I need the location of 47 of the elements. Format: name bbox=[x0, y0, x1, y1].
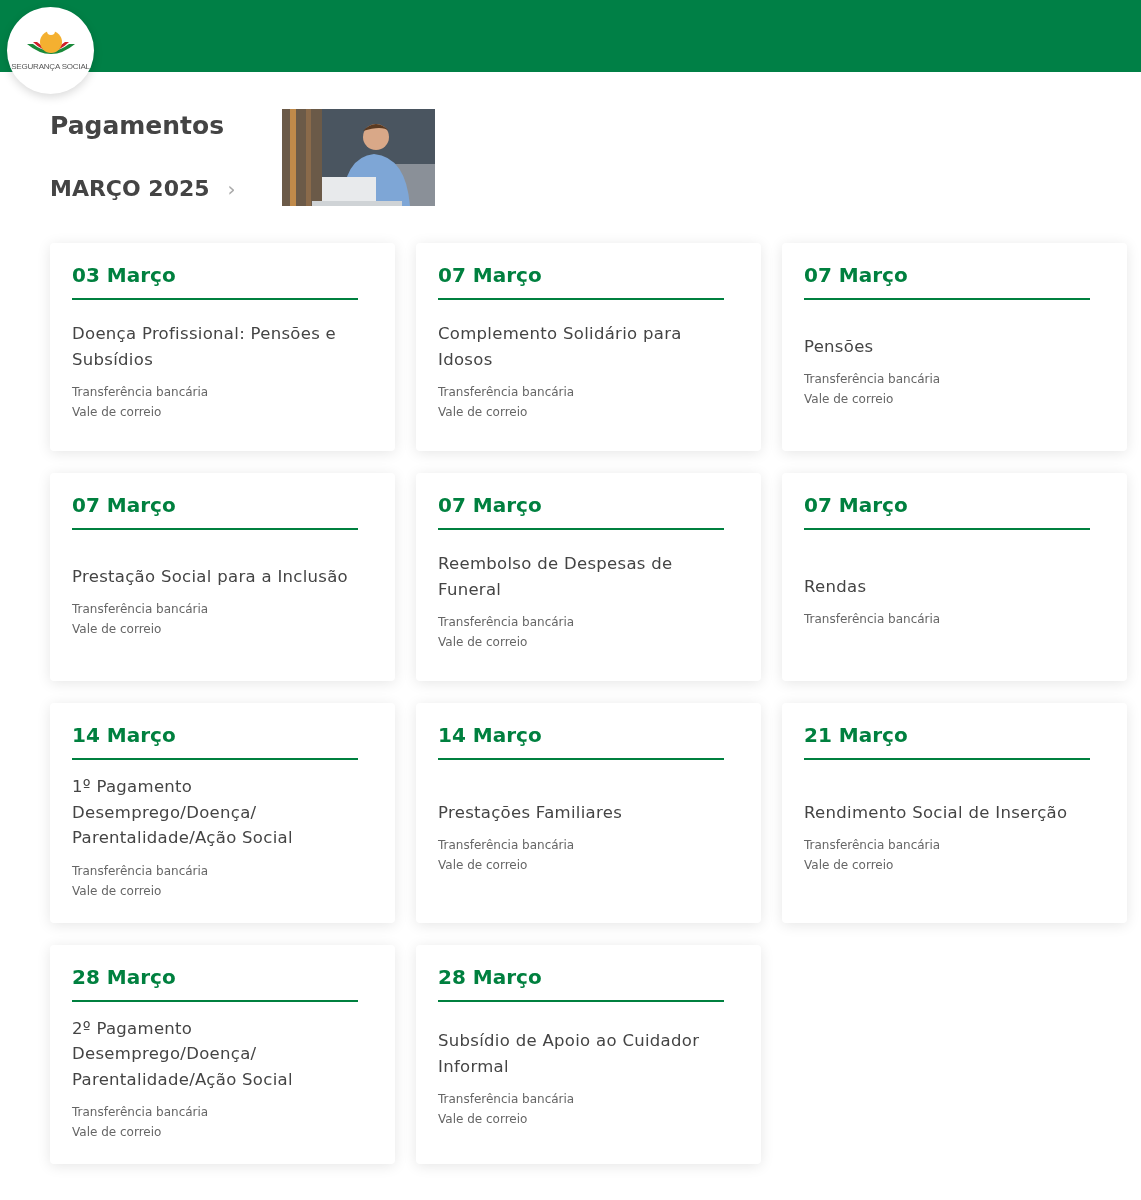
payment-method: Vale de correio bbox=[438, 634, 529, 651]
benefit-title: Doença Profissional: Pensões e Subsídios bbox=[72, 323, 338, 371]
payment-date: 21 Março bbox=[804, 723, 1090, 760]
payment-date: 07 Março bbox=[804, 263, 1090, 300]
payment-method: Vale de correio bbox=[438, 1111, 529, 1129]
payment-date: 07 Março bbox=[438, 263, 724, 300]
payment-method: Transferência bancária bbox=[804, 611, 942, 629]
payment-method: Vale de correio bbox=[804, 857, 895, 874]
payment-method: Transferência bancária bbox=[438, 837, 576, 854]
payment-method: Transferência bancária bbox=[438, 614, 576, 631]
benefit-title: Pensões bbox=[804, 335, 875, 358]
payment-date: 03 Março bbox=[72, 263, 358, 300]
payment-method: Transferência bancária bbox=[72, 601, 210, 619]
payment-method: Transferência bancária bbox=[72, 384, 210, 401]
payment-date: 07 Março bbox=[804, 493, 1090, 530]
payment-method: Transferência bancária bbox=[804, 837, 942, 854]
payment-method: Transferência bancária bbox=[72, 1104, 210, 1121]
payment-date: 14 Março bbox=[72, 723, 358, 760]
payment-method: Vale de correio bbox=[72, 1124, 163, 1141]
payment-method: Vale de correio bbox=[72, 621, 163, 639]
payment-method: Transferência bancária bbox=[72, 862, 210, 880]
month-label: MARÇO 2025 bbox=[50, 176, 210, 201]
page-title: Pagamentos bbox=[50, 111, 226, 140]
payment-method: Transferência bancária bbox=[804, 371, 942, 389]
payment-method: Vale de correio bbox=[72, 404, 163, 421]
logo-caption: SEGURANÇA SOCIAL bbox=[11, 62, 90, 71]
benefit-title: Rendimento Social de Inserção bbox=[804, 801, 1069, 824]
benefit-title: Complemento Solidário para Idosos bbox=[438, 323, 683, 371]
benefit-title: 2º Pagamento Desemprego/Doença/ Parentalidade/Ação Social bbox=[72, 1017, 294, 1091]
payment-date: 28 Março bbox=[438, 964, 724, 1002]
payment-date: 28 Março bbox=[72, 964, 358, 1002]
benefit-title: Rendas bbox=[804, 575, 868, 598]
payment-method: Transferência bancária bbox=[438, 384, 576, 401]
payment-method: Vale de correio bbox=[72, 882, 163, 900]
payment-date: 14 Março bbox=[438, 723, 724, 760]
payment-method: Vale de correio bbox=[438, 857, 529, 874]
benefit-title: Reembolso de Despesas de Funeral bbox=[438, 553, 674, 601]
payment-date: 07 Março bbox=[72, 493, 358, 530]
payment-method: Vale de correio bbox=[438, 404, 529, 421]
benefit-title: 1º Pagamento Desemprego/Doença/ Parentalidade/Ação Social bbox=[72, 776, 294, 849]
payment-method: Transferência bancária bbox=[438, 1091, 576, 1109]
benefit-title: Subsídio de Apoio ao Cuidador Informal bbox=[438, 1030, 701, 1078]
benefit-title: Prestação Social para a Inclusão bbox=[72, 565, 350, 588]
logo[interactable]: SEGURANÇA SOCIAL bbox=[7, 7, 94, 94]
payment-method: Vale de correio bbox=[804, 391, 895, 409]
payment-date: 07 Março bbox=[438, 493, 724, 530]
benefit-title: Prestações Familiares bbox=[438, 801, 624, 824]
